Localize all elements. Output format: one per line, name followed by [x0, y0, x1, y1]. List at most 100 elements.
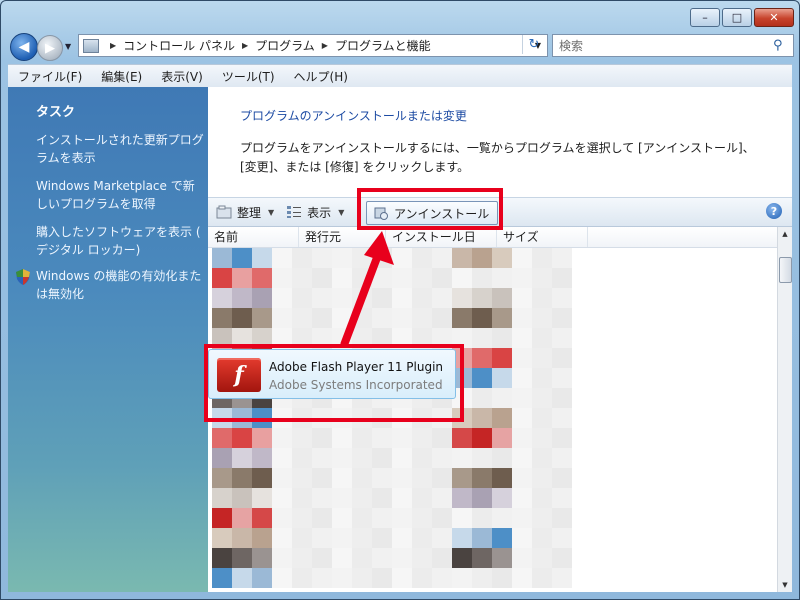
maximize-button[interactable]: □ [722, 8, 752, 27]
blurred-pixel [432, 288, 452, 308]
blurred-pixel [472, 288, 492, 308]
blurred-pixel [452, 468, 472, 488]
view-label: 表示 [307, 205, 332, 220]
blurred-pixel [552, 348, 572, 368]
blurred-pixel [272, 468, 292, 488]
blurred-pixel [552, 268, 572, 288]
blurred-pixel [372, 528, 392, 548]
task-windows-marketplace[interactable]: Windows Marketplace で新しいプログラムを取得 [36, 177, 204, 213]
blurred-pixel [432, 488, 452, 508]
blurred-pixel [532, 568, 552, 588]
blurred-pixel [552, 528, 572, 548]
blurred-pixel [272, 428, 292, 448]
blurred-pixel [472, 568, 492, 588]
chevron-right-icon[interactable]: ▶ [110, 41, 116, 50]
blurred-pixel [252, 428, 272, 448]
blurred-pixel [232, 448, 252, 468]
task-heading: タスク [36, 105, 76, 120]
blurred-pixel [292, 248, 312, 268]
blurred-pixel [252, 248, 272, 268]
blurred-pixel [492, 248, 512, 268]
view-button[interactable]: 表示 ▼ [286, 204, 344, 221]
task-turn-windows-features[interactable]: Windows の機能の有効化または無効化 [36, 267, 204, 303]
blurred-pixel [212, 288, 232, 308]
blurred-pixel [232, 528, 252, 548]
search-icon[interactable]: ⚲ [773, 38, 789, 53]
column-header-size[interactable]: サイズ [497, 227, 588, 247]
scroll-thumb[interactable] [779, 257, 792, 283]
blurred-pixel [552, 248, 572, 268]
blurred-pixel [432, 248, 452, 268]
organize-button[interactable]: 整理 ▼ [216, 204, 274, 221]
blurred-pixel [492, 488, 512, 508]
blurred-pixel [252, 508, 272, 528]
blurred-pixel [332, 488, 352, 508]
blurred-pixel [452, 548, 472, 568]
blurred-pixel [532, 368, 552, 388]
blurred-pixel [472, 368, 492, 388]
close-button[interactable]: ✕ [754, 8, 794, 27]
annotation-arrow [340, 231, 394, 347]
blurred-pixel [332, 528, 352, 548]
blurred-pixel [412, 548, 432, 568]
blurred-pixel [492, 568, 512, 588]
blurred-pixel [392, 448, 412, 468]
chevron-right-icon[interactable]: ▶ [322, 41, 328, 50]
blurred-pixel [412, 488, 432, 508]
main-pane: プログラムのアンインストールまたは変更 プログラムをアンインストールするには、一… [208, 87, 792, 592]
menu-tools[interactable]: ツール(T) [212, 68, 284, 85]
blurred-pixel [472, 528, 492, 548]
blurred-pixel [552, 368, 572, 388]
task-view-installed-updates[interactable]: インストールされた更新プログラムを表示 [36, 131, 204, 167]
blurred-pixel [492, 388, 512, 408]
blurred-pixel [452, 448, 472, 468]
blurred-pixel [272, 288, 292, 308]
breadcrumb-control-panel[interactable]: コントロール パネル [123, 37, 235, 54]
minimize-button[interactable]: – [690, 8, 720, 27]
chevron-right-icon[interactable]: ▶ [242, 41, 248, 50]
blurred-pixel [272, 528, 292, 548]
blurred-pixel [372, 468, 392, 488]
breadcrumb-programs[interactable]: プログラム [255, 37, 315, 54]
task-view-purchased-software[interactable]: 購入したソフトウェアを表示 ( デジタル ロッカー) [36, 223, 204, 259]
blurred-pixel [532, 288, 552, 308]
menu-help[interactable]: ヘルプ(H) [284, 68, 357, 85]
blurred-pixel [512, 488, 532, 508]
vertical-scrollbar[interactable]: ▲ ▼ [777, 227, 792, 592]
refresh-button[interactable]: ↻ [522, 35, 545, 54]
menu-view[interactable]: 表示(V) [151, 68, 212, 85]
menu-file[interactable]: ファイル(F) [8, 68, 91, 85]
blurred-pixel [352, 568, 372, 588]
menu-edit[interactable]: 編集(E) [91, 68, 151, 85]
search-input[interactable]: 検索 ⚲ [552, 34, 794, 57]
scroll-down-arrow[interactable]: ▼ [778, 578, 792, 592]
blurred-pixel [412, 248, 432, 268]
blurred-pixel [212, 508, 232, 528]
back-button[interactable]: ◀ [10, 33, 38, 61]
help-icon[interactable]: ? [766, 203, 782, 219]
blurred-pixel [532, 348, 552, 368]
breadcrumb-programs-and-features[interactable]: プログラムと機能 [335, 37, 431, 54]
blurred-pixel [372, 488, 392, 508]
blurred-pixel [492, 448, 512, 468]
blurred-pixel [232, 488, 252, 508]
blurred-pixel [352, 508, 372, 528]
blurred-pixel [472, 388, 492, 408]
blurred-pixel [512, 568, 532, 588]
blurred-pixel [232, 508, 252, 528]
blurred-pixel [332, 548, 352, 568]
blurred-pixel [432, 468, 452, 488]
blurred-pixel [472, 448, 492, 468]
blurred-pixel [412, 268, 432, 288]
blurred-pixel [232, 248, 252, 268]
column-header-name[interactable]: 名前 [208, 227, 299, 247]
address-bar[interactable]: ▶ コントロール パネル ▶ プログラム ▶ プログラムと機能 ▼ [78, 34, 548, 57]
search-placeholder: 検索 [559, 39, 584, 53]
column-header-install-date[interactable]: インストール日 [386, 227, 497, 247]
forward-button[interactable]: ▶ [37, 35, 63, 61]
recent-pages-dropdown[interactable]: ▼ [65, 42, 71, 51]
scroll-up-arrow[interactable]: ▲ [778, 227, 792, 241]
blurred-pixel [532, 508, 552, 528]
blurred-pixel [532, 388, 552, 408]
blurred-pixel [312, 468, 332, 488]
